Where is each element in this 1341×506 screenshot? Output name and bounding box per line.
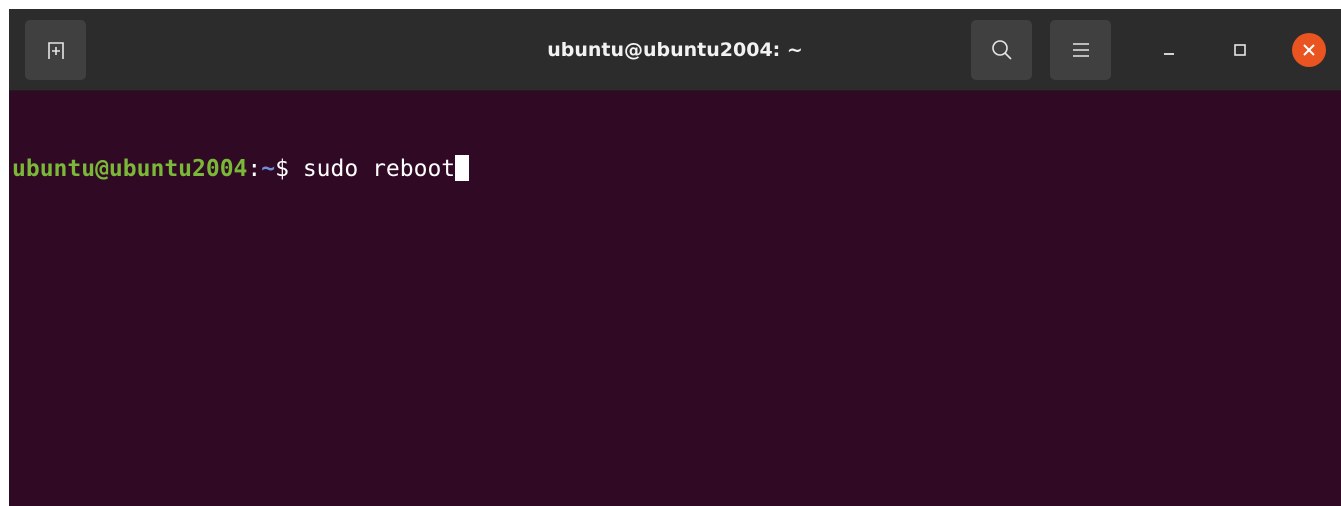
window-title: ubuntu@ubuntu2004: ~ xyxy=(547,39,803,61)
close-button[interactable] xyxy=(1292,33,1326,67)
new-tab-button[interactable] xyxy=(25,20,86,80)
new-tab-icon xyxy=(45,39,67,61)
terminal-area[interactable]: ubuntu@ubuntu2004:~$ sudo reboot xyxy=(9,91,1341,506)
prompt-user-host: ubuntu@ubuntu2004 xyxy=(12,156,248,182)
prompt-colon: : xyxy=(247,156,262,182)
prompt-cwd: ~ xyxy=(261,156,276,182)
minimize-button[interactable] xyxy=(1150,31,1188,69)
maximize-icon xyxy=(1232,42,1248,58)
prompt-line: ubuntu@ubuntu2004:~$ sudo reboot xyxy=(12,153,1338,185)
text-cursor xyxy=(455,155,470,181)
search-icon xyxy=(990,38,1014,62)
terminal-window: ubuntu@ubuntu2004: ~ ubuntu@ubuntu2004:~… xyxy=(9,9,1341,506)
hamburger-menu-icon xyxy=(1071,41,1091,59)
maximize-button[interactable] xyxy=(1221,31,1259,69)
menu-button[interactable] xyxy=(1050,20,1111,80)
close-icon xyxy=(1302,43,1316,57)
search-button[interactable] xyxy=(971,20,1032,80)
minimize-icon xyxy=(1161,42,1177,58)
command-text: sudo reboot xyxy=(288,156,456,182)
prompt-dollar: $ xyxy=(275,156,289,182)
title-bar[interactable]: ubuntu@ubuntu2004: ~ xyxy=(9,9,1341,91)
